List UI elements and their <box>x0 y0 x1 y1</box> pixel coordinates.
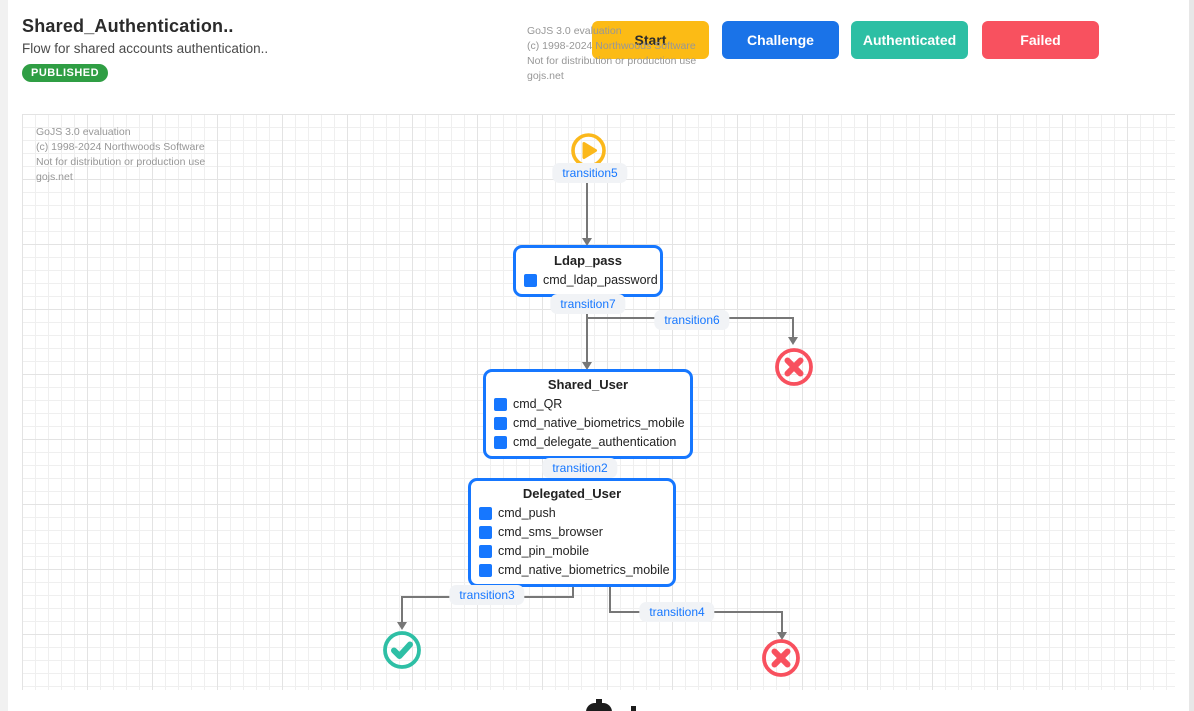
command-square-icon <box>479 507 492 520</box>
node-title: Ldap_pass <box>524 253 652 268</box>
command-item[interactable]: cmd_native_biometrics_mobile <box>479 563 665 577</box>
failed-button[interactable]: Failed <box>982 21 1099 59</box>
command-label: cmd_native_biometrics_mobile <box>513 416 685 430</box>
transition-label-2[interactable]: transition2 <box>542 458 617 478</box>
node-title: Shared_User <box>494 377 682 392</box>
page-subtitle: Flow for shared accounts authentication.… <box>22 41 268 56</box>
link-start-to-ldap[interactable] <box>586 183 588 240</box>
command-label: cmd_native_biometrics_mobile <box>498 563 670 577</box>
command-item[interactable]: cmd_pin_mobile <box>479 544 665 558</box>
watermark-line: GoJS 3.0 evaluation <box>36 125 205 140</box>
command-label: cmd_delegate_authentication <box>513 435 676 449</box>
link-delegated-to-success[interactable] <box>401 596 403 622</box>
command-item[interactable]: cmd_native_biometrics_mobile <box>494 416 682 430</box>
command-square-icon <box>479 545 492 558</box>
success-node-check-icon[interactable] <box>382 630 422 670</box>
partial-icon <box>586 703 612 711</box>
start-button[interactable]: Start <box>592 21 709 59</box>
right-scrollbar[interactable] <box>1189 0 1194 711</box>
watermark-line: (c) 1998-2024 Northwoods Software <box>36 140 205 155</box>
command-label: cmd_push <box>498 506 556 520</box>
command-item[interactable]: cmd_QR <box>494 397 682 411</box>
link-delegated-to-fail[interactable] <box>781 611 783 632</box>
command-label: cmd_sms_browser <box>498 525 603 539</box>
left-gutter <box>0 0 8 711</box>
arrowhead-icon <box>397 622 407 630</box>
watermark-line: gojs.net <box>36 170 205 185</box>
challenge-button[interactable]: Challenge <box>722 21 839 59</box>
state-node-shared-user[interactable]: Shared_User cmd_QR cmd_native_biometrics… <box>483 369 693 459</box>
command-label: cmd_pin_mobile <box>498 544 589 558</box>
command-label: cmd_ldap_password <box>543 273 658 287</box>
node-title: Delegated_User <box>479 486 665 501</box>
link-delegated-to-fail[interactable] <box>609 586 611 613</box>
transition-label-4[interactable]: transition4 <box>639 602 714 622</box>
command-square-icon <box>494 436 507 449</box>
gojs-watermark-canvas: GoJS 3.0 evaluation (c) 1998-2024 Northw… <box>36 125 205 185</box>
watermark-line: gojs.net <box>527 69 696 84</box>
command-square-icon <box>494 417 507 430</box>
diagram-canvas[interactable]: GoJS 3.0 evaluation (c) 1998-2024 Northw… <box>22 114 1175 690</box>
page-title: Shared_Authentication.. <box>22 16 234 37</box>
state-node-delegated-user[interactable]: Delegated_User cmd_push cmd_sms_browser … <box>468 478 676 587</box>
transition-label-5[interactable]: transition5 <box>552 163 627 183</box>
transition-label-3[interactable]: transition3 <box>449 585 524 605</box>
authenticated-button[interactable]: Authenticated <box>851 21 968 59</box>
watermark-line: Not for distribution or production use <box>36 155 205 170</box>
status-badge: PUBLISHED <box>22 64 108 82</box>
fail-node-x-icon[interactable] <box>774 347 814 387</box>
transition-label-7[interactable]: transition7 <box>550 294 625 314</box>
link-ldap-to-fail[interactable] <box>792 317 794 337</box>
command-square-icon <box>479 564 492 577</box>
app-window: Shared_Authentication.. Flow for shared … <box>0 0 1194 711</box>
command-square-icon <box>494 398 507 411</box>
command-item[interactable]: cmd_push <box>479 506 665 520</box>
command-item[interactable]: cmd_delegate_authentication <box>494 435 682 449</box>
command-label: cmd_QR <box>513 397 562 411</box>
arrowhead-icon <box>788 337 798 345</box>
command-square-icon <box>479 526 492 539</box>
partial-icon <box>631 706 636 711</box>
command-item[interactable]: cmd_ldap_password <box>524 273 652 287</box>
fail-node-x-icon[interactable] <box>761 638 801 678</box>
command-square-icon <box>524 274 537 287</box>
command-item[interactable]: cmd_sms_browser <box>479 525 665 539</box>
transition-label-6[interactable]: transition6 <box>654 310 729 330</box>
state-node-ldap-pass[interactable]: Ldap_pass cmd_ldap_password <box>513 245 663 297</box>
